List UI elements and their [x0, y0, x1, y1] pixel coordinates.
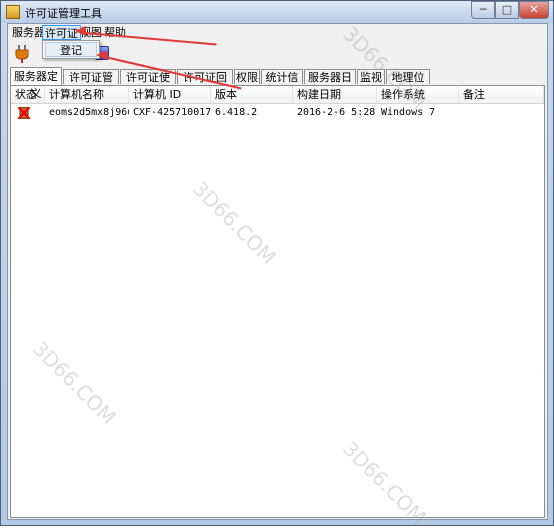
- title-bar[interactable]: 许可证管理工具 ─ □ ✕: [1, 1, 553, 23]
- maximize-button[interactable]: □: [495, 1, 519, 19]
- tab-7[interactable]: 监视: [357, 69, 385, 84]
- client-area: 服务器 许可证 视图 帮助 服务器定义许可证管理许可证使用许可证回收权限统计信息…: [7, 23, 548, 520]
- plug-icon[interactable]: [12, 44, 32, 64]
- tab-4[interactable]: 权限: [234, 69, 260, 84]
- column-header[interactable]: 操作系统: [377, 86, 459, 103]
- menu-item-register[interactable]: 登记: [45, 42, 97, 57]
- minimize-button[interactable]: ─: [471, 1, 495, 19]
- column-header[interactable]: 版本: [211, 86, 293, 103]
- tab-5[interactable]: 统计信息: [261, 69, 303, 99]
- cell-os: Windows 7: [381, 107, 436, 118]
- column-header[interactable]: 备注: [459, 86, 544, 103]
- tab-6[interactable]: 服务器日志: [304, 69, 356, 99]
- cell-computer-id: CXF-4257100177D: [133, 107, 211, 118]
- tab-1[interactable]: 许可证管理: [63, 69, 119, 99]
- table-header: 状态 计算机名称 计算机 ID 版本 构建日期 操作系统 备注: [11, 86, 544, 104]
- main-window: 许可证管理工具 ─ □ ✕ 服务器 许可证 视图 帮助 服务器定义许可证管理许可…: [0, 0, 554, 529]
- tab-0[interactable]: 服务器定义: [10, 67, 62, 100]
- annotation-arrow-head-2: [96, 50, 107, 60]
- table-row[interactable]: eoms2d5mx8j96u5 CXF-4257100177D 6.418.2 201…: [11, 104, 544, 122]
- window-title: 许可证管理工具: [25, 7, 102, 20]
- cell-build-date: 2016-2-6 5:28:1: [297, 107, 377, 118]
- tab-8[interactable]: 地理位置: [386, 69, 430, 99]
- menu-help[interactable]: 帮助: [102, 25, 128, 40]
- license-menu-dropdown: 登记: [42, 40, 100, 59]
- column-header[interactable]: 计算机名称: [45, 86, 129, 103]
- annotation-arrow-head-1: [75, 26, 86, 36]
- column-header[interactable]: 构建日期: [293, 86, 377, 103]
- server-table: 状态计算机名称计算机 ID版本构建日期操作系统备注 eoms2d5mx8j96u…: [10, 85, 545, 518]
- column-header[interactable]: 计算机 ID: [129, 86, 211, 103]
- cell-note: [459, 104, 544, 122]
- tab-strip: 服务器定义许可证管理许可证使用许可证回收权限统计信息服务器日志监视地理位置: [8, 67, 547, 100]
- app-icon: [6, 5, 20, 19]
- close-button[interactable]: ✕: [519, 1, 549, 19]
- cell-version: 6.418.2: [215, 107, 258, 118]
- server-status-icon: [18, 107, 30, 119]
- cell-computer-name: eoms2d5mx8j96u5: [49, 107, 129, 118]
